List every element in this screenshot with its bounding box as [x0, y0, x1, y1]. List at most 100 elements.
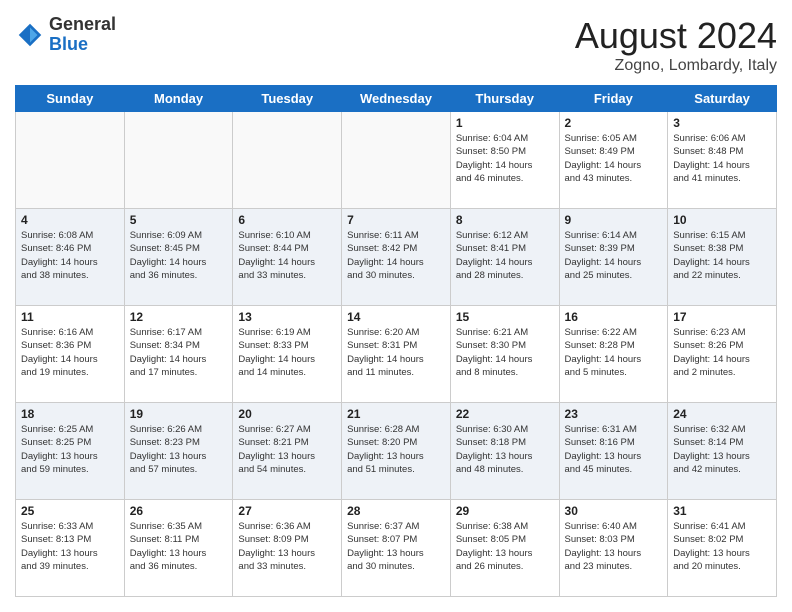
- calendar-cell: 14Sunrise: 6:20 AM Sunset: 8:31 PM Dayli…: [342, 306, 451, 403]
- page: General Blue August 2024 Zogno, Lombardy…: [0, 0, 792, 612]
- calendar-week-row: 1 Sunrise: 6:04 AM Sunset: 8:50 PM Daylig…: [16, 112, 777, 209]
- day-info: Sunrise: 6:05 AM Sunset: 8:49 PM Dayligh…: [565, 132, 663, 185]
- day-number: 24: [673, 407, 771, 421]
- day-info: Sunrise: 6:36 AM Sunset: 8:09 PM Dayligh…: [238, 520, 336, 573]
- calendar-week-row: 18Sunrise: 6:25 AM Sunset: 8:25 PM Dayli…: [16, 403, 777, 500]
- header: General Blue August 2024 Zogno, Lombardy…: [15, 15, 777, 75]
- calendar-cell: 8 Sunrise: 6:12 AM Sunset: 8:41 PM Daylig…: [450, 209, 559, 306]
- day-number: 2: [565, 116, 663, 130]
- day-info: Sunrise: 6:12 AM Sunset: 8:41 PM Dayligh…: [456, 229, 554, 282]
- calendar-cell: 2 Sunrise: 6:05 AM Sunset: 8:49 PM Daylig…: [559, 112, 668, 209]
- weekday-header: Monday: [124, 86, 233, 112]
- day-info: Sunrise: 6:19 AM Sunset: 8:33 PM Dayligh…: [238, 326, 336, 379]
- day-number: 16: [565, 310, 663, 324]
- day-number: 27: [238, 504, 336, 518]
- calendar-cell: 19 Sunrise: 6:26 AM Sunset: 8:23 PM Dayli…: [124, 403, 233, 500]
- calendar-cell: 22 Sunrise: 6:30 AM Sunset: 8:18 PM Dayli…: [450, 403, 559, 500]
- calendar-week-row: 4 Sunrise: 6:08 AM Sunset: 8:46 PM Daylig…: [16, 209, 777, 306]
- calendar-cell: 17Sunrise: 6:23 AM Sunset: 8:26 PM Dayli…: [668, 306, 777, 403]
- weekday-header: Tuesday: [233, 86, 342, 112]
- calendar-cell: 27 Sunrise: 6:36 AM Sunset: 8:09 PM Dayli…: [233, 500, 342, 597]
- day-info: Sunrise: 6:14 AM Sunset: 8:39 PM Dayligh…: [565, 229, 663, 282]
- day-number: 6: [238, 213, 336, 227]
- weekday-header-row: SundayMondayTuesdayWednesdayThursdayFrid…: [16, 86, 777, 112]
- calendar-cell: 13 Sunrise: 6:19 AM Sunset: 8:33 PM Dayli…: [233, 306, 342, 403]
- calendar-cell: 15 Sunrise: 6:21 AM Sunset: 8:30 PM Dayli…: [450, 306, 559, 403]
- calendar-cell: 30 Sunrise: 6:40 AM Sunset: 8:03 PM Dayli…: [559, 500, 668, 597]
- day-info: Sunrise: 6:26 AM Sunset: 8:23 PM Dayligh…: [130, 423, 228, 476]
- day-info: Sunrise: 6:16 AM Sunset: 8:36 PM Dayligh…: [21, 326, 119, 379]
- day-info: Sunrise: 6:38 AM Sunset: 8:05 PM Dayligh…: [456, 520, 554, 573]
- logo-icon: [15, 20, 45, 50]
- day-info: Sunrise: 6:41 AM Sunset: 8:02 PM Dayligh…: [673, 520, 771, 573]
- logo-general: General: [49, 14, 116, 34]
- weekday-header: Wednesday: [342, 86, 451, 112]
- day-info: Sunrise: 6:06 AM Sunset: 8:48 PM Dayligh…: [673, 132, 771, 185]
- day-info: Sunrise: 6:30 AM Sunset: 8:18 PM Dayligh…: [456, 423, 554, 476]
- day-number: 29: [456, 504, 554, 518]
- day-number: 21: [347, 407, 445, 421]
- day-info: Sunrise: 6:21 AM Sunset: 8:30 PM Dayligh…: [456, 326, 554, 379]
- calendar-cell: [342, 112, 451, 209]
- day-info: Sunrise: 6:09 AM Sunset: 8:45 PM Dayligh…: [130, 229, 228, 282]
- day-number: 17: [673, 310, 771, 324]
- logo-text: General Blue: [49, 15, 116, 55]
- day-info: Sunrise: 6:15 AM Sunset: 8:38 PM Dayligh…: [673, 229, 771, 282]
- day-info: Sunrise: 6:31 AM Sunset: 8:16 PM Dayligh…: [565, 423, 663, 476]
- weekday-header: Friday: [559, 86, 668, 112]
- day-number: 5: [130, 213, 228, 227]
- day-info: Sunrise: 6:22 AM Sunset: 8:28 PM Dayligh…: [565, 326, 663, 379]
- calendar-cell: 31Sunrise: 6:41 AM Sunset: 8:02 PM Dayli…: [668, 500, 777, 597]
- day-info: Sunrise: 6:10 AM Sunset: 8:44 PM Dayligh…: [238, 229, 336, 282]
- calendar-cell: 23 Sunrise: 6:31 AM Sunset: 8:16 PM Dayli…: [559, 403, 668, 500]
- day-number: 10: [673, 213, 771, 227]
- day-number: 7: [347, 213, 445, 227]
- day-number: 3: [673, 116, 771, 130]
- day-number: 25: [21, 504, 119, 518]
- day-number: 15: [456, 310, 554, 324]
- calendar-week-row: 11Sunrise: 6:16 AM Sunset: 8:36 PM Dayli…: [16, 306, 777, 403]
- calendar-cell: 11Sunrise: 6:16 AM Sunset: 8:36 PM Dayli…: [16, 306, 125, 403]
- calendar-cell: 1 Sunrise: 6:04 AM Sunset: 8:50 PM Daylig…: [450, 112, 559, 209]
- calendar-cell: 12 Sunrise: 6:17 AM Sunset: 8:34 PM Dayli…: [124, 306, 233, 403]
- day-info: Sunrise: 6:40 AM Sunset: 8:03 PM Dayligh…: [565, 520, 663, 573]
- day-number: 8: [456, 213, 554, 227]
- day-number: 23: [565, 407, 663, 421]
- location-title: Zogno, Lombardy, Italy: [575, 57, 777, 75]
- day-info: Sunrise: 6:28 AM Sunset: 8:20 PM Dayligh…: [347, 423, 445, 476]
- calendar-cell: 4 Sunrise: 6:08 AM Sunset: 8:46 PM Daylig…: [16, 209, 125, 306]
- day-info: Sunrise: 6:17 AM Sunset: 8:34 PM Dayligh…: [130, 326, 228, 379]
- weekday-header: Thursday: [450, 86, 559, 112]
- calendar-cell: [233, 112, 342, 209]
- calendar-cell: [16, 112, 125, 209]
- day-number: 1: [456, 116, 554, 130]
- day-number: 19: [130, 407, 228, 421]
- day-number: 30: [565, 504, 663, 518]
- calendar-cell: [124, 112, 233, 209]
- logo: General Blue: [15, 15, 116, 55]
- day-info: Sunrise: 6:25 AM Sunset: 8:25 PM Dayligh…: [21, 423, 119, 476]
- calendar-cell: 20Sunrise: 6:27 AM Sunset: 8:21 PM Dayli…: [233, 403, 342, 500]
- day-number: 22: [456, 407, 554, 421]
- month-title: August 2024: [575, 15, 777, 57]
- day-number: 26: [130, 504, 228, 518]
- calendar-cell: 29 Sunrise: 6:38 AM Sunset: 8:05 PM Dayli…: [450, 500, 559, 597]
- calendar-cell: 18Sunrise: 6:25 AM Sunset: 8:25 PM Dayli…: [16, 403, 125, 500]
- day-info: Sunrise: 6:33 AM Sunset: 8:13 PM Dayligh…: [21, 520, 119, 573]
- day-number: 13: [238, 310, 336, 324]
- day-info: Sunrise: 6:11 AM Sunset: 8:42 PM Dayligh…: [347, 229, 445, 282]
- day-info: Sunrise: 6:32 AM Sunset: 8:14 PM Dayligh…: [673, 423, 771, 476]
- day-info: Sunrise: 6:04 AM Sunset: 8:50 PM Dayligh…: [456, 132, 554, 185]
- calendar-cell: 21 Sunrise: 6:28 AM Sunset: 8:20 PM Dayli…: [342, 403, 451, 500]
- day-number: 14: [347, 310, 445, 324]
- day-info: Sunrise: 6:08 AM Sunset: 8:46 PM Dayligh…: [21, 229, 119, 282]
- calendar-cell: 28Sunrise: 6:37 AM Sunset: 8:07 PM Dayli…: [342, 500, 451, 597]
- calendar-cell: 3 Sunrise: 6:06 AM Sunset: 8:48 PM Daylig…: [668, 112, 777, 209]
- weekday-header: Saturday: [668, 86, 777, 112]
- day-number: 12: [130, 310, 228, 324]
- day-number: 4: [21, 213, 119, 227]
- calendar-cell: 10 Sunrise: 6:15 AM Sunset: 8:38 PM Dayli…: [668, 209, 777, 306]
- day-number: 20: [238, 407, 336, 421]
- calendar-cell: 5 Sunrise: 6:09 AM Sunset: 8:45 PM Daylig…: [124, 209, 233, 306]
- calendar-cell: 6 Sunrise: 6:10 AM Sunset: 8:44 PM Daylig…: [233, 209, 342, 306]
